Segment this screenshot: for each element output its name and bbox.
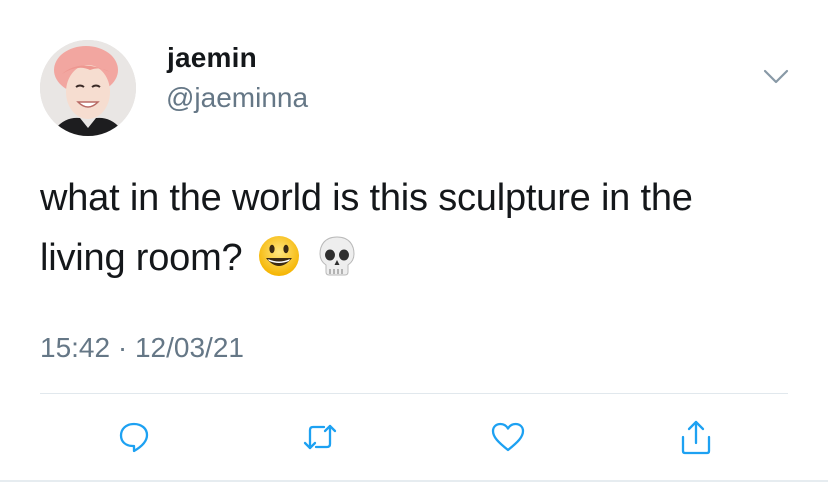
meta-separator: · [117, 332, 128, 363]
reply-icon [119, 422, 149, 453]
chevron-down-icon [763, 69, 789, 84]
avatar[interactable] [40, 40, 136, 136]
retweet-button[interactable] [300, 417, 340, 457]
divider [40, 393, 788, 394]
retweet-icon [303, 424, 337, 450]
tweet-menu-button[interactable] [762, 66, 790, 88]
like-icon [491, 422, 525, 452]
display-name[interactable]: jaemin [167, 40, 257, 76]
skull-emoji [319, 236, 355, 276]
reply-button[interactable] [114, 417, 154, 457]
tweet-date: 12/03/21 [134, 332, 244, 363]
like-button[interactable] [488, 417, 528, 457]
tweet-text: what in the world is this sculpture in t… [40, 168, 780, 288]
avatar-photo [40, 40, 136, 136]
grinning-face-emoji [258, 236, 299, 276]
user-handle[interactable]: @jaeminna [166, 80, 308, 116]
share-icon [681, 420, 711, 455]
share-button[interactable] [676, 417, 716, 457]
tweet-timestamp[interactable]: 15:42 · 12/03/21 [40, 330, 244, 366]
tweet-body: what in the world is this sculpture in t… [40, 177, 693, 279]
tweet-time: 15:42 [40, 332, 111, 363]
